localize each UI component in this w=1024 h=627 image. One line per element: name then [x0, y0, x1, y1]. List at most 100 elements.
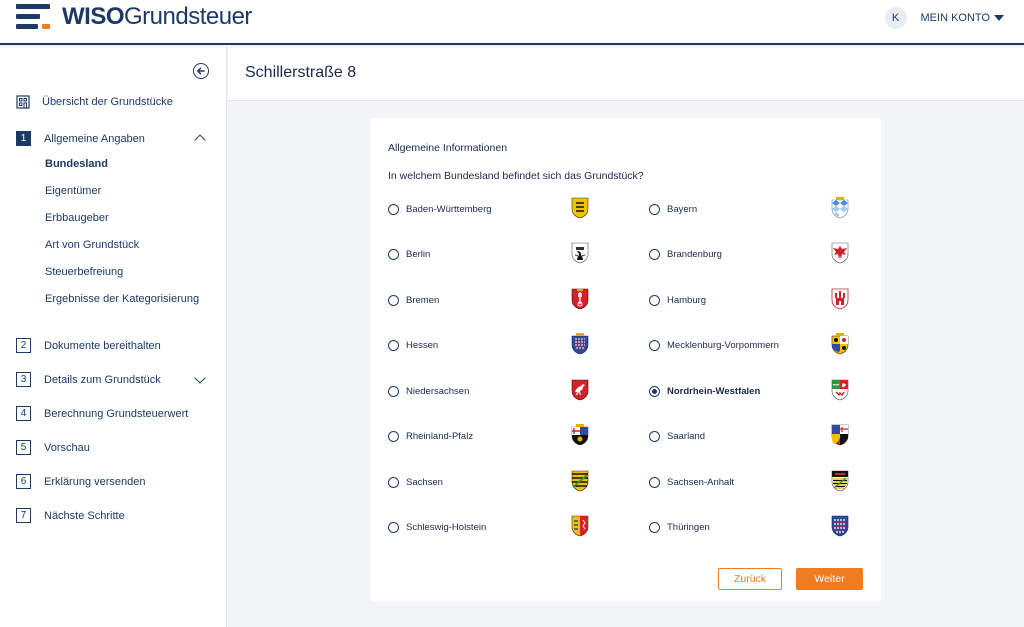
- sidebar-item-label: Übersicht der Grundstücke: [42, 96, 173, 108]
- radio-button[interactable]: [388, 430, 399, 442]
- option-bayern[interactable]: Bayern: [649, 197, 697, 221]
- page-title: Schillerstraße 8: [245, 64, 357, 81]
- step-number: 3: [16, 372, 31, 387]
- option-brandenburg[interactable]: Brandenburg: [649, 242, 722, 266]
- option-berlin[interactable]: Berlin: [388, 242, 430, 266]
- radio-button[interactable]: [388, 203, 399, 215]
- option-label: Hessen: [406, 339, 439, 351]
- option-label: Brandenburg: [667, 248, 722, 260]
- avatar[interactable]: K: [884, 7, 907, 29]
- step-number: 4: [16, 406, 31, 421]
- sidebar-step-label: Berechnung Grundsteuerwert: [44, 407, 189, 420]
- option-label: Hamburg: [667, 294, 707, 306]
- saarland-crest-icon: [831, 424, 849, 446]
- option-hessen[interactable]: Hessen: [388, 333, 438, 357]
- option-label: Schleswig-Holstein: [406, 521, 487, 533]
- radio-button[interactable]: [388, 294, 399, 306]
- radio-button[interactable]: [388, 339, 399, 351]
- sidebar-step-2[interactable]: 2 Dokumente bereithalten: [16, 338, 161, 353]
- option-mecklenburg-vorpommern[interactable]: Mecklenburg-Vorpommern: [649, 333, 779, 357]
- sidebar-item-overview[interactable]: Übersicht der Grundstücke: [16, 95, 173, 109]
- chevron-down-icon[interactable]: [194, 372, 206, 384]
- option-label: Bayern: [667, 203, 698, 215]
- back-button[interactable]: Zurück: [718, 568, 782, 590]
- radio-button[interactable]: [649, 203, 660, 215]
- sidebar-step-6[interactable]: 6 Erklärung versenden: [16, 474, 146, 489]
- option-thueringen[interactable]: Thüringen: [649, 515, 710, 539]
- substep-eigentuemer[interactable]: Eigentümer: [45, 185, 101, 197]
- option-label: Sachsen: [406, 476, 443, 488]
- sachsen-crest-icon: [571, 470, 589, 492]
- sidebar-step-label: Details zum Grundstück: [44, 373, 161, 386]
- option-niedersachsen[interactable]: Niedersachsen: [388, 379, 469, 403]
- thueringen-crest-icon: [831, 515, 849, 537]
- account-label: MEIN KONTO: [920, 12, 990, 24]
- sidebar-step-3[interactable]: 3 Details zum Grundstück: [16, 372, 161, 387]
- step-number: 6: [16, 474, 31, 489]
- option-bremen[interactable]: Bremen: [388, 288, 439, 312]
- option-label: Saarland: [667, 430, 706, 442]
- substep-ergebnisse[interactable]: Ergebnisse der Kategorisierung: [45, 293, 199, 305]
- radio-button[interactable]: [388, 248, 399, 260]
- sidebar-step-4[interactable]: 4 Berechnung Grundsteuerwert: [16, 406, 188, 421]
- logo-mark-icon: [16, 2, 52, 32]
- option-baden-wuerttemberg[interactable]: Baden-Württemberg: [388, 197, 492, 221]
- arrow-left-icon: [197, 67, 205, 75]
- chevron-up-icon[interactable]: [194, 134, 206, 146]
- substep-steuerbefreiung[interactable]: Steuerbefreiung: [45, 266, 123, 278]
- nordrhein-westfalen-crest-icon: [831, 379, 849, 401]
- radio-button[interactable]: [649, 521, 660, 533]
- collapse-sidebar-button[interactable]: [193, 63, 209, 79]
- sachsen-anhalt-crest-icon: [831, 470, 849, 492]
- mecklenburg-vorpommern-crest-icon: [831, 333, 849, 355]
- substep-art-von-grundstueck[interactable]: Art von Grundstück: [45, 239, 139, 251]
- section-title: Allgemeine Informationen: [388, 142, 508, 154]
- sidebar-step-7[interactable]: 7 Nächste Schritte: [16, 508, 125, 523]
- step-number: 1: [16, 131, 31, 146]
- radio-button[interactable]: [649, 248, 660, 260]
- radio-button[interactable]: [388, 521, 399, 533]
- radio-button[interactable]: [649, 294, 660, 306]
- form-card: Allgemeine Informationen In welchem Bund…: [371, 118, 881, 601]
- substep-erbbaugeber[interactable]: Erbbaugeber: [45, 212, 109, 224]
- option-rheinland-pfalz[interactable]: Rheinland-Pfalz: [388, 424, 473, 448]
- option-schleswig-holstein[interactable]: Schleswig-Holstein: [388, 515, 486, 539]
- sidebar-step-label: Nächste Schritte: [44, 509, 125, 522]
- option-nordrhein-westfalen[interactable]: Nordrhein-Westfalen: [649, 379, 760, 403]
- niedersachsen-crest-icon: [571, 379, 589, 401]
- sidebar-step-1[interactable]: 1 Allgemeine Angaben: [16, 131, 145, 146]
- main-header: Schillerstraße 8: [228, 47, 1024, 101]
- radio-button[interactable]: [649, 476, 660, 488]
- hamburg-crest-icon: [831, 288, 849, 310]
- substep-bundesland[interactable]: Bundesland: [45, 158, 108, 170]
- option-sachsen-anhalt[interactable]: Sachsen-Anhalt: [649, 470, 734, 494]
- hessen-crest-icon: [571, 333, 589, 355]
- radio-button[interactable]: [649, 339, 660, 351]
- radio-button[interactable]: [388, 385, 399, 397]
- radio-button-selected[interactable]: [649, 385, 660, 397]
- option-hamburg[interactable]: Hamburg: [649, 288, 706, 312]
- sidebar-step-label: Allgemeine Angaben: [44, 132, 145, 145]
- option-label: Berlin: [406, 248, 431, 260]
- app-logo[interactable]: WISOGrundsteuer: [16, 2, 252, 32]
- top-bar: WISOGrundsteuer K MEIN KONTO: [0, 0, 1024, 45]
- option-saarland[interactable]: Saarland: [649, 424, 705, 448]
- sidebar-step-label: Erklärung versenden: [44, 475, 146, 488]
- radio-button[interactable]: [649, 430, 660, 442]
- radio-button[interactable]: [388, 476, 399, 488]
- bremen-crest-icon: [571, 288, 589, 310]
- baden-wuerttemberg-crest-icon: [571, 197, 589, 219]
- next-button[interactable]: Weiter: [796, 568, 863, 590]
- option-label: Bremen: [406, 294, 440, 306]
- sidebar: Übersicht der Grundstücke 1 Allgemeine A…: [0, 47, 227, 627]
- account-menu[interactable]: K MEIN KONTO: [884, 7, 1004, 29]
- sidebar-step-5[interactable]: 5 Vorschau: [16, 440, 90, 455]
- building-icon: [16, 95, 30, 109]
- berlin-crest-icon: [571, 242, 589, 264]
- option-sachsen[interactable]: Sachsen: [388, 470, 443, 494]
- sidebar-step-label: Vorschau: [44, 441, 90, 454]
- question-text: In welchem Bundesland befindet sich das …: [388, 170, 644, 182]
- option-label: Rheinland-Pfalz: [406, 430, 474, 442]
- option-label: Sachsen-Anhalt: [667, 476, 735, 488]
- option-label: Thüringen: [667, 521, 710, 533]
